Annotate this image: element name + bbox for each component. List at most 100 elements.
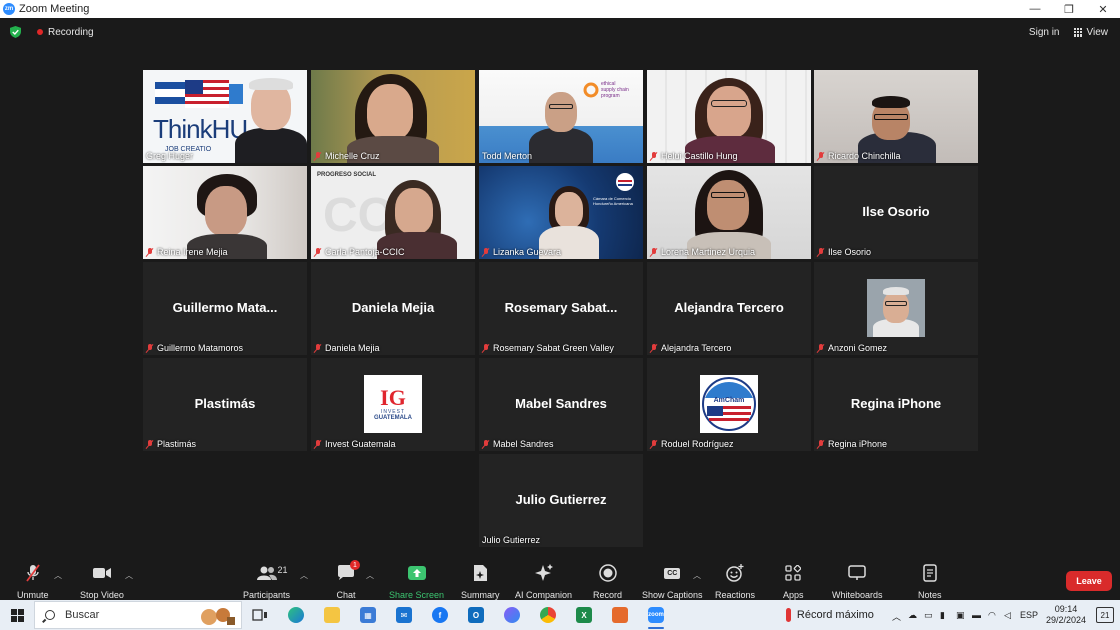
chat-button[interactable]: 1 Chat (336, 560, 360, 600)
participant-name-display: Ilse Osorio (862, 204, 930, 219)
taskbar-store[interactable]: ▦ (350, 600, 386, 630)
unmute-button[interactable]: Unmute (17, 564, 49, 600)
stop-video-button[interactable]: Stop Video (80, 564, 124, 600)
ai-companion-button[interactable]: AI Companion (515, 564, 572, 600)
chat-options-chevron-icon[interactable]: ︿ (366, 570, 374, 581)
mic-muted-icon (650, 247, 658, 257)
task-view-icon (252, 609, 267, 621)
video-feed (647, 70, 811, 163)
captions-options-chevron-icon[interactable]: ︿ (693, 570, 701, 581)
participant-tile-daniela-mejia[interactable]: Daniela Mejia Daniela Mejia (311, 262, 475, 355)
leave-meeting-button[interactable]: Leave (1066, 571, 1112, 591)
glasses-icon (874, 114, 908, 120)
participants-options-chevron-icon[interactable]: ︿ (300, 570, 308, 581)
mic-muted-icon (146, 247, 154, 257)
participant-tile-mabel-sandres[interactable]: Mabel Sandres Mabel Sandres (479, 358, 643, 451)
record-button[interactable]: Record (593, 564, 622, 600)
taskbar-zoom[interactable]: zoom (638, 600, 674, 630)
reactions-button[interactable]: Reactions (715, 564, 755, 600)
closed-captions-icon: CC (662, 564, 682, 582)
start-button[interactable] (0, 600, 34, 630)
participant-label: Michelle Cruz (314, 151, 380, 161)
thermometer-icon (785, 608, 791, 622)
taskbar-file-explorer[interactable] (314, 600, 350, 630)
view-button[interactable]: View (1073, 27, 1108, 38)
mic-muted-icon (146, 439, 154, 449)
participant-label: Julio Gutierrez (482, 535, 541, 545)
participant-tile-rosemary-sabat[interactable]: Rosemary Sabat... Rosemary Sabat Green V… (479, 262, 643, 355)
taskbar-outlook[interactable]: O (458, 600, 494, 630)
participant-tile-julio-gutierrez[interactable]: Julio Gutierrez Julio Gutierrez (479, 454, 643, 547)
microphone-icon[interactable]: ▮ (940, 610, 950, 620)
chevron-up-icon[interactable]: ︿ (892, 610, 902, 622)
invest-guatemala-logo: IG INVEST GUATEMALA (364, 375, 422, 433)
taskbar-copilot[interactable] (494, 600, 530, 630)
share-screen-button[interactable]: Share Screen (389, 564, 444, 600)
participant-tile-roduel-rodriguez[interactable]: AmCham Roduel Rodríguez (647, 358, 811, 451)
cloud-icon[interactable]: ☁ (908, 610, 918, 620)
participant-tile-todd-merton[interactable]: ethical supply chain program Todd Merton (479, 70, 643, 163)
search-placeholder: Buscar (65, 609, 100, 621)
glasses-icon (885, 301, 907, 306)
taskbar-chrome[interactable] (530, 600, 566, 630)
security-shield-icon[interactable] (10, 26, 21, 38)
video-camera-icon (92, 564, 112, 582)
amcham-logo-icon (702, 377, 756, 431)
taskbar-facebook[interactable]: f (422, 600, 458, 630)
participant-tile-anzoni-gomez[interactable]: Anzoni Gomez (814, 262, 978, 355)
task-view-button[interactable] (242, 600, 278, 630)
close-button[interactable]: ✕ (1086, 0, 1120, 18)
battery-icon[interactable]: ▬ (972, 610, 982, 620)
summary-button[interactable]: Summary (461, 564, 500, 600)
sign-in-link[interactable]: Sign in (1029, 27, 1060, 38)
taskbar-clock[interactable]: 09:14 29/2/2024 (1046, 604, 1086, 626)
glasses-icon (549, 104, 573, 109)
apps-button[interactable]: Apps (783, 564, 804, 600)
whiteboards-button[interactable]: Whiteboards (832, 564, 883, 600)
participant-name-display: Rosemary Sabat... (504, 300, 618, 315)
notification-center-button[interactable]: 21 (1096, 607, 1114, 623)
mic-muted-icon (482, 343, 490, 353)
participant-tile-regina-iphone[interactable]: Regina iPhone Regina iPhone (814, 358, 978, 451)
recording-status[interactable]: Recording (48, 27, 94, 38)
display-icon[interactable]: ▣ (956, 610, 966, 620)
volume-icon[interactable]: ◁ (1004, 610, 1014, 620)
taskbar-search-box[interactable]: Buscar (34, 601, 242, 629)
minimize-button[interactable]: — (1018, 0, 1052, 18)
mic-muted-icon (817, 247, 825, 257)
participant-tile-lizanka-guevara[interactable]: Cámara de Comercio Hondureño Americana L… (479, 166, 643, 259)
audio-options-chevron-icon[interactable]: ︿ (54, 570, 62, 581)
taskbar-edge[interactable] (278, 600, 314, 630)
video-options-chevron-icon[interactable]: ︿ (125, 570, 133, 581)
person-face (883, 291, 909, 323)
participant-tile-invest-guatemala[interactable]: IG INVEST GUATEMALA Invest Guatemala (311, 358, 475, 451)
participant-tile-reina-irene-mejia[interactable]: Reina Irene Mejia (143, 166, 307, 259)
participant-tile-guillermo-matamoros[interactable]: Guillermo Mata... Guillermo Matamoros (143, 262, 307, 355)
participant-tile-helui-castillo-hung[interactable]: Helui Castillo Hung (647, 70, 811, 163)
restore-button[interactable]: ❐ (1052, 0, 1086, 18)
taskbar-mail[interactable]: ✉ (386, 600, 422, 630)
participant-tile-greg-huger[interactable]: ThinkHU JOB CREATIO Greg Huger (143, 70, 307, 163)
participant-tile-ilse-osorio[interactable]: Ilse Osorio Ilse Osorio (814, 166, 978, 259)
participant-tile-plastimas[interactable]: Plastimás Plastimás (143, 358, 307, 451)
participant-tile-ricardo-chinchilla[interactable]: Ricardo Chinchilla (814, 70, 978, 163)
input-language[interactable]: ESP (1020, 610, 1038, 620)
taskbar-excel[interactable]: X (566, 600, 602, 630)
zoom-meeting-window: zm Zoom Meeting — ❐ ✕ Recording Sign in … (0, 0, 1120, 630)
document-icon (612, 607, 628, 623)
participants-button[interactable]: 21 Participants (243, 564, 290, 600)
participant-tile-alejandra-tercero[interactable]: Alejandra Tercero Alejandra Tercero (647, 262, 811, 355)
participant-tile-carla-pantoja[interactable]: PROGRESO SOCIAL CC Carla Pantoja-CCIC (311, 166, 475, 259)
participant-tile-lorena-martinez-urquia[interactable]: Lorena Martinez Urquia (647, 166, 811, 259)
network-icon[interactable]: ▭ (924, 610, 934, 620)
weather-widget[interactable]: Récord máximo (785, 608, 874, 622)
mic-muted-icon (817, 151, 825, 161)
mic-muted-icon (314, 151, 322, 161)
notes-button[interactable]: Notes (918, 564, 942, 600)
taskbar-document[interactable] (602, 600, 638, 630)
person-face (707, 180, 749, 230)
wifi-icon[interactable]: ◠ (988, 610, 998, 620)
system-tray: Récord máximo ︿ ☁ ▭ ▮ ▣ ▬ ◠ ◁ ESP 09:14 … (785, 600, 1120, 630)
participant-tile-michelle-cruz[interactable]: Michelle Cruz (311, 70, 475, 163)
notes-icon (920, 564, 940, 582)
